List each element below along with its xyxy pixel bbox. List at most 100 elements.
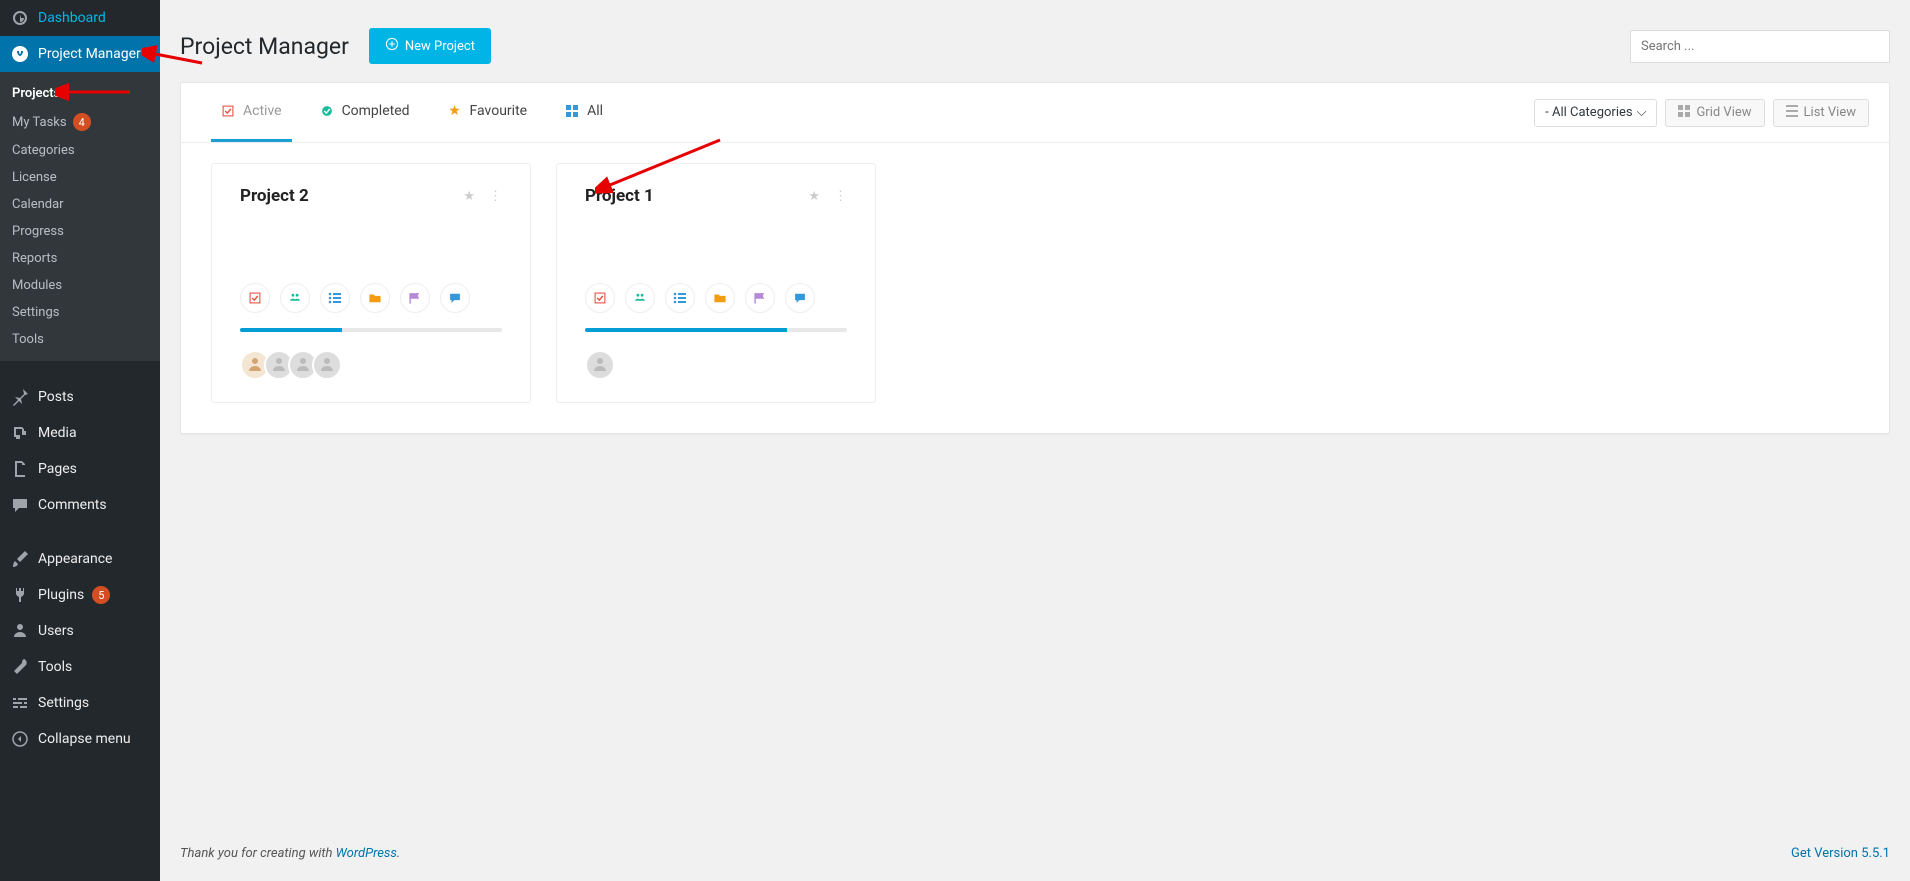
- categories-dropdown[interactable]: - All Categories ⌵: [1534, 99, 1657, 127]
- star-outline-icon[interactable]: ★: [463, 189, 475, 204]
- search-wrapper: [1630, 30, 1890, 63]
- progress-bar: [585, 328, 847, 332]
- tasks-icon[interactable]: [585, 283, 615, 313]
- more-icon[interactable]: ⋮: [489, 189, 502, 204]
- project-card[interactable]: Project 1 ★ ⋮: [556, 163, 876, 403]
- sidebar-item-comments[interactable]: Comments: [0, 487, 160, 523]
- page-icon: [10, 459, 30, 479]
- avatar-row: [585, 350, 847, 380]
- pm-icon: [10, 44, 30, 64]
- sub-item-my-tasks[interactable]: My Tasks4: [0, 107, 160, 137]
- avatar[interactable]: [585, 350, 615, 380]
- sidebar-label: Dashboard: [38, 10, 106, 26]
- sub-item-progress[interactable]: Progress: [0, 218, 160, 245]
- sidebar-item-pages[interactable]: Pages: [0, 451, 160, 487]
- star-outline-icon[interactable]: ★: [808, 189, 820, 204]
- sidebar-item-appearance[interactable]: Appearance: [0, 541, 160, 577]
- dashboard-icon: [10, 8, 30, 28]
- sidebar-item-collapse[interactable]: Collapse menu: [0, 721, 160, 757]
- user-icon: [10, 621, 30, 641]
- media-icon: [10, 423, 30, 443]
- sidebar-label: Pages: [38, 461, 77, 477]
- sidebar-item-media[interactable]: Media: [0, 415, 160, 451]
- sub-item-reports[interactable]: Reports: [0, 245, 160, 272]
- grid-view-button[interactable]: Grid View: [1665, 99, 1764, 127]
- grid-small-icon: [565, 104, 579, 118]
- wordpress-link[interactable]: WordPress: [336, 846, 397, 861]
- wrench-icon: [10, 657, 30, 677]
- comment-icon: [10, 495, 30, 515]
- sidebar-label: Posts: [38, 389, 74, 405]
- sidebar-label: Plugins: [38, 587, 84, 603]
- sidebar-label: Project Manager: [38, 46, 141, 62]
- main-content: Project Manager New Project Active Compl…: [160, 0, 1910, 881]
- sub-item-license[interactable]: License: [0, 164, 160, 191]
- tab-all[interactable]: All: [555, 83, 613, 142]
- files-icon[interactable]: [705, 283, 735, 313]
- sidebar-item-tools[interactable]: Tools: [0, 649, 160, 685]
- sidebar-item-users[interactable]: Users: [0, 613, 160, 649]
- footer-thanks: Thank you for creating with WordPress.: [180, 846, 400, 861]
- plus-circle-icon: [385, 37, 399, 55]
- pin-icon: [10, 387, 30, 407]
- version-link[interactable]: Get Version 5.5.1: [1791, 846, 1890, 861]
- team-icon[interactable]: [280, 283, 310, 313]
- sidebar-label: Collapse menu: [38, 731, 131, 747]
- sidebar-item-dashboard[interactable]: Dashboard: [0, 0, 160, 36]
- sidebar-item-posts[interactable]: Posts: [0, 379, 160, 415]
- project-cards: Project 2 ★ ⋮: [181, 143, 1889, 433]
- brush-icon: [10, 549, 30, 569]
- sub-item-modules[interactable]: Modules: [0, 272, 160, 299]
- new-project-button[interactable]: New Project: [369, 28, 491, 64]
- sub-item-tools[interactable]: Tools: [0, 326, 160, 353]
- milestone-icon[interactable]: [745, 283, 775, 313]
- grid-icon: [1678, 105, 1690, 121]
- discuss-icon[interactable]: [785, 283, 815, 313]
- project-card[interactable]: Project 2 ★ ⋮: [211, 163, 531, 403]
- list-icon: [1786, 105, 1798, 121]
- sidebar-item-plugins[interactable]: Plugins 5: [0, 577, 160, 613]
- sidebar-label: Settings: [38, 695, 89, 711]
- sidebar-label: Users: [38, 623, 74, 639]
- files-icon[interactable]: [360, 283, 390, 313]
- tab-favourite[interactable]: ★ Favourite: [438, 83, 538, 142]
- tasks-icon[interactable]: [240, 283, 270, 313]
- sidebar-submenu: Projects My Tasks4 Categories License Ca…: [0, 72, 160, 361]
- project-title: Project 2: [240, 186, 309, 206]
- plug-icon: [10, 585, 30, 605]
- sidebar-label: Comments: [38, 497, 107, 513]
- tab-completed[interactable]: Completed: [310, 83, 420, 142]
- check-circle-icon: [320, 104, 334, 118]
- sub-item-calendar[interactable]: Calendar: [0, 191, 160, 218]
- plugins-badge: 5: [92, 586, 110, 604]
- project-title: Project 1: [585, 186, 654, 206]
- progress-bar: [240, 328, 502, 332]
- team-icon[interactable]: [625, 283, 655, 313]
- sliders-icon: [10, 693, 30, 713]
- search-input[interactable]: [1630, 30, 1890, 63]
- sub-item-settings[interactable]: Settings: [0, 299, 160, 326]
- sidebar-label: Appearance: [38, 551, 112, 567]
- avatar-row: [240, 350, 502, 380]
- check-square-icon: [221, 104, 235, 118]
- sub-item-categories[interactable]: Categories: [0, 137, 160, 164]
- admin-sidebar: Dashboard Project Manager Projects My Ta…: [0, 0, 160, 881]
- lists-icon[interactable]: [665, 283, 695, 313]
- sidebar-label: Media: [38, 425, 77, 441]
- tasks-badge: 4: [73, 113, 91, 131]
- new-project-label: New Project: [405, 39, 475, 54]
- sidebar-item-project-manager[interactable]: Project Manager: [0, 36, 160, 72]
- avatar[interactable]: [312, 350, 342, 380]
- star-icon: ★: [448, 104, 462, 118]
- milestone-icon[interactable]: [400, 283, 430, 313]
- lists-icon[interactable]: [320, 283, 350, 313]
- sidebar-item-admin-settings[interactable]: Settings: [0, 685, 160, 721]
- projects-panel: Active Completed ★ Favourite All - All C…: [180, 82, 1890, 434]
- tab-active[interactable]: Active: [211, 83, 292, 142]
- admin-footer: Thank you for creating with WordPress. G…: [180, 826, 1890, 881]
- list-view-button[interactable]: List View: [1773, 99, 1869, 127]
- sub-item-projects[interactable]: Projects: [0, 80, 160, 107]
- discuss-icon[interactable]: [440, 283, 470, 313]
- page-title: Project Manager: [180, 33, 349, 60]
- more-icon[interactable]: ⋮: [834, 189, 847, 204]
